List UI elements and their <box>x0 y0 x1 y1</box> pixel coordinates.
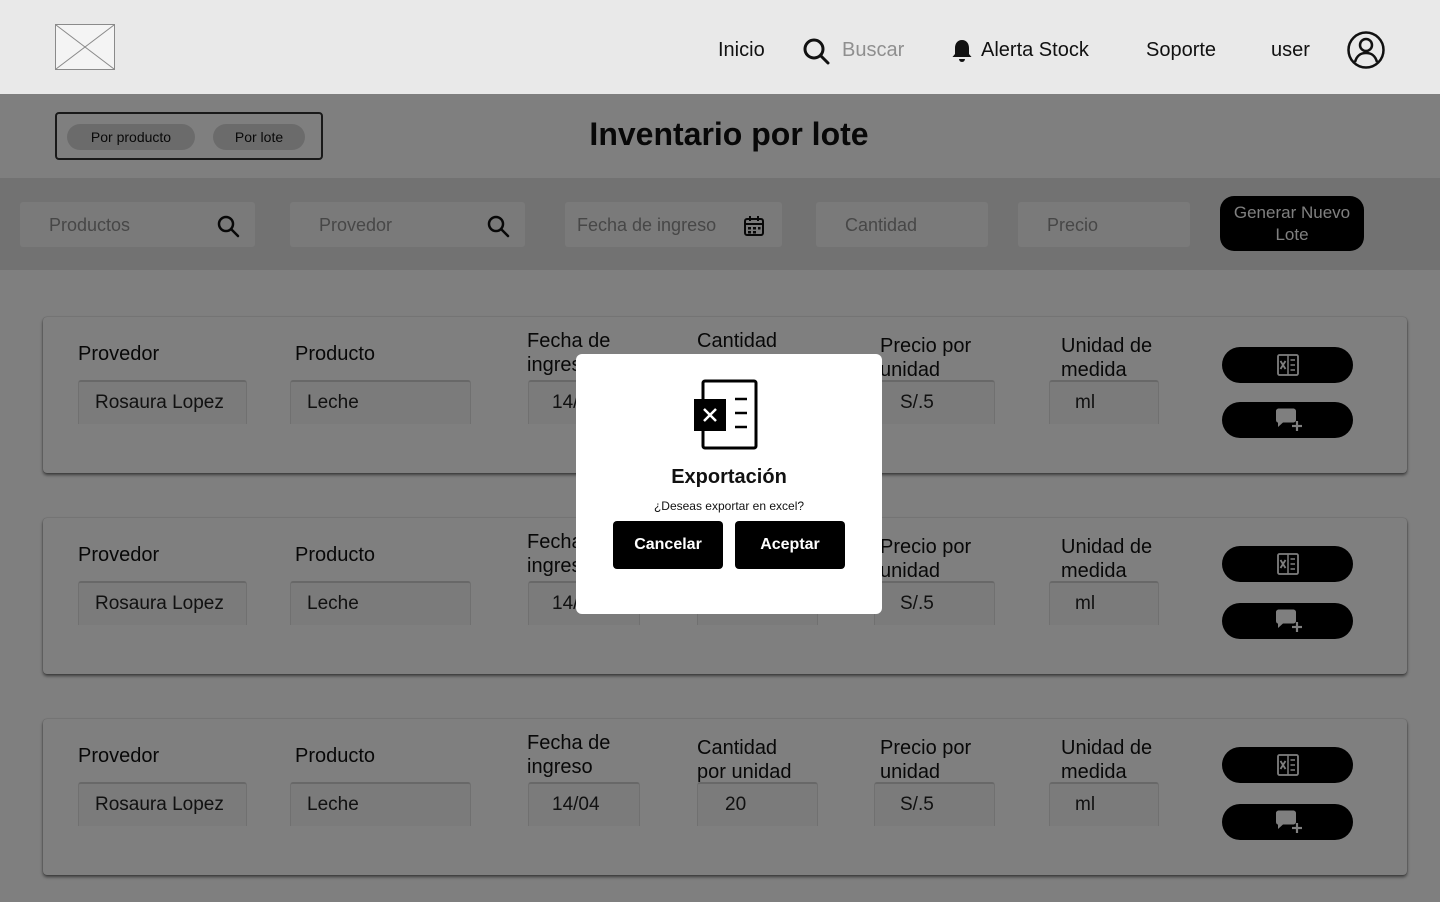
bell-icon <box>952 40 972 62</box>
nav-search-input[interactable]: Buscar <box>842 38 904 62</box>
export-dialog: Exportación ¿Deseas exportar en excel? C… <box>576 354 882 614</box>
nav-stock-alert-link[interactable]: Alerta Stock <box>981 38 1089 62</box>
dialog-message: ¿Deseas exportar en excel? <box>653 499 805 513</box>
cancel-button[interactable]: Cancelar <box>613 521 723 569</box>
nav-user-link[interactable]: user <box>1271 38 1310 62</box>
dialog-title: Exportación <box>671 466 787 488</box>
nav-home-link[interactable]: Inicio <box>718 38 765 62</box>
accept-button[interactable]: Aceptar <box>735 521 845 569</box>
user-avatar-icon[interactable] <box>1347 31 1385 69</box>
search-icon[interactable] <box>802 37 830 65</box>
logo-placeholder-icon[interactable] <box>55 24 115 70</box>
top-navbar: Inicio Buscar Alerta Stock Soporte user <box>0 0 1440 94</box>
nav-support-link[interactable]: Soporte <box>1146 38 1216 62</box>
excel-export-icon <box>694 379 758 450</box>
